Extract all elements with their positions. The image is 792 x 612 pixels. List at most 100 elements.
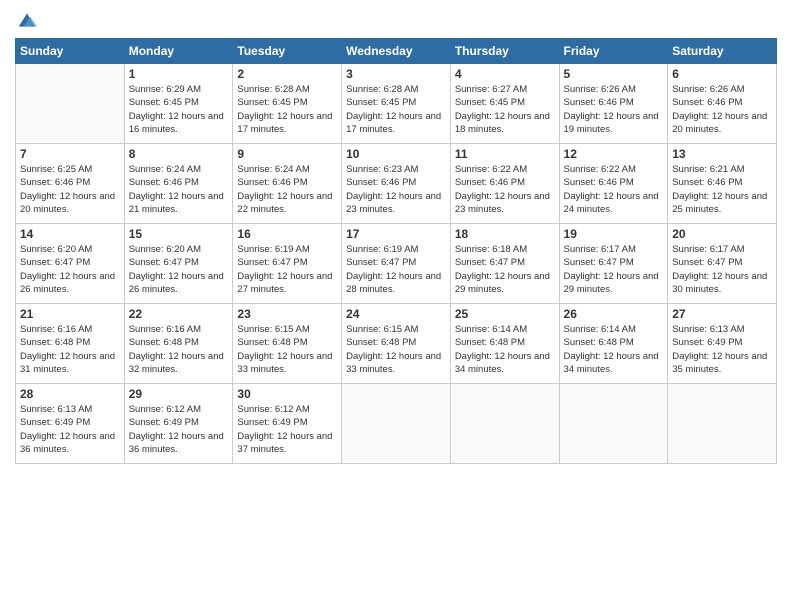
- daylight-text: Daylight: 12 hours and 33 minutes.: [346, 350, 446, 377]
- sunrise-text: Sunrise: 6:18 AM: [455, 243, 555, 256]
- daylight-text: Daylight: 12 hours and 23 minutes.: [346, 190, 446, 217]
- calendar-cell: 11Sunrise: 6:22 AMSunset: 6:46 PMDayligh…: [450, 144, 559, 224]
- sunrise-text: Sunrise: 6:24 AM: [237, 163, 337, 176]
- day-info: Sunrise: 6:17 AMSunset: 6:47 PMDaylight:…: [672, 243, 772, 296]
- calendar-table: SundayMondayTuesdayWednesdayThursdayFrid…: [15, 38, 777, 464]
- calendar-cell: 20Sunrise: 6:17 AMSunset: 6:47 PMDayligh…: [668, 224, 777, 304]
- sunrise-text: Sunrise: 6:20 AM: [129, 243, 229, 256]
- daylight-text: Daylight: 12 hours and 20 minutes.: [672, 110, 772, 137]
- day-number: 7: [20, 147, 120, 161]
- sunset-text: Sunset: 6:48 PM: [455, 336, 555, 349]
- day-info: Sunrise: 6:28 AMSunset: 6:45 PMDaylight:…: [346, 83, 446, 136]
- sunrise-text: Sunrise: 6:19 AM: [346, 243, 446, 256]
- weekday-header: Monday: [124, 39, 233, 64]
- day-info: Sunrise: 6:20 AMSunset: 6:47 PMDaylight:…: [20, 243, 120, 296]
- day-info: Sunrise: 6:17 AMSunset: 6:47 PMDaylight:…: [564, 243, 664, 296]
- daylight-text: Daylight: 12 hours and 18 minutes.: [455, 110, 555, 137]
- day-number: 21: [20, 307, 120, 321]
- day-number: 19: [564, 227, 664, 241]
- day-info: Sunrise: 6:26 AMSunset: 6:46 PMDaylight:…: [564, 83, 664, 136]
- calendar-cell: 9Sunrise: 6:24 AMSunset: 6:46 PMDaylight…: [233, 144, 342, 224]
- weekday-header: Wednesday: [342, 39, 451, 64]
- day-number: 6: [672, 67, 772, 81]
- daylight-text: Daylight: 12 hours and 28 minutes.: [346, 270, 446, 297]
- calendar-cell: 5 Sunrise: 6:26 AMSunset: 6:46 PMDaylight…: [559, 64, 668, 144]
- day-info: Sunrise: 6:13 AMSunset: 6:49 PMDaylight:…: [672, 323, 772, 376]
- sunset-text: Sunset: 6:49 PM: [672, 336, 772, 349]
- sunset-text: Sunset: 6:48 PM: [20, 336, 120, 349]
- sunrise-text: Sunrise: 6:19 AM: [237, 243, 337, 256]
- sunrise-text: Sunrise: 6:26 AM: [564, 83, 664, 96]
- sunrise-text: Sunrise: 6:14 AM: [564, 323, 664, 336]
- calendar-week-row: 28Sunrise: 6:13 AMSunset: 6:49 PMDayligh…: [16, 384, 777, 464]
- day-number: 13: [672, 147, 772, 161]
- daylight-text: Daylight: 12 hours and 32 minutes.: [129, 350, 229, 377]
- sunrise-text: Sunrise: 6:13 AM: [20, 403, 120, 416]
- day-info: Sunrise: 6:22 AMSunset: 6:46 PMDaylight:…: [455, 163, 555, 216]
- calendar-cell: 22Sunrise: 6:16 AMSunset: 6:48 PMDayligh…: [124, 304, 233, 384]
- daylight-text: Daylight: 12 hours and 26 minutes.: [20, 270, 120, 297]
- day-info: Sunrise: 6:15 AMSunset: 6:48 PMDaylight:…: [346, 323, 446, 376]
- day-number: 28: [20, 387, 120, 401]
- day-number: 27: [672, 307, 772, 321]
- day-info: Sunrise: 6:23 AMSunset: 6:46 PMDaylight:…: [346, 163, 446, 216]
- logo: [15, 10, 37, 30]
- day-info: Sunrise: 6:20 AMSunset: 6:47 PMDaylight:…: [129, 243, 229, 296]
- day-info: Sunrise: 6:24 AMSunset: 6:46 PMDaylight:…: [129, 163, 229, 216]
- calendar-cell: 19 Sunrise: 6:17 AMSunset: 6:47 PMDayligh…: [559, 224, 668, 304]
- calendar-cell: 25Sunrise: 6:14 AMSunset: 6:48 PMDayligh…: [450, 304, 559, 384]
- sunset-text: Sunset: 6:48 PM: [237, 336, 337, 349]
- sunrise-text: Sunrise: 6:22 AM: [455, 163, 555, 176]
- day-number: 4: [455, 67, 555, 81]
- day-number: 10: [346, 147, 446, 161]
- sunset-text: Sunset: 6:49 PM: [237, 416, 337, 429]
- sunrise-text: Sunrise: 6:24 AM: [129, 163, 229, 176]
- sunrise-text: Sunrise: 6:20 AM: [20, 243, 120, 256]
- sunset-text: Sunset: 6:48 PM: [564, 336, 664, 349]
- day-info: Sunrise: 6:15 AMSunset: 6:48 PMDaylight:…: [237, 323, 337, 376]
- day-info: Sunrise: 6:19 AMSunset: 6:47 PMDaylight:…: [346, 243, 446, 296]
- daylight-text: Daylight: 12 hours and 26 minutes.: [129, 270, 229, 297]
- day-info: Sunrise: 6:29 AMSunset: 6:45 PMDaylight:…: [129, 83, 229, 136]
- daylight-text: Daylight: 12 hours and 21 minutes.: [129, 190, 229, 217]
- sunrise-text: Sunrise: 6:27 AM: [455, 83, 555, 96]
- day-number: 2: [237, 67, 337, 81]
- calendar-week-row: 14Sunrise: 6:20 AMSunset: 6:47 PMDayligh…: [16, 224, 777, 304]
- sunrise-text: Sunrise: 6:17 AM: [564, 243, 664, 256]
- weekday-header: Friday: [559, 39, 668, 64]
- weekday-header: Thursday: [450, 39, 559, 64]
- daylight-text: Daylight: 12 hours and 29 minutes.: [455, 270, 555, 297]
- calendar-cell: 21Sunrise: 6:16 AMSunset: 6:48 PMDayligh…: [16, 304, 125, 384]
- sunset-text: Sunset: 6:49 PM: [129, 416, 229, 429]
- sunset-text: Sunset: 6:46 PM: [564, 96, 664, 109]
- sunset-text: Sunset: 6:47 PM: [237, 256, 337, 269]
- day-number: 3: [346, 67, 446, 81]
- day-info: Sunrise: 6:14 AMSunset: 6:48 PMDaylight:…: [564, 323, 664, 376]
- daylight-text: Daylight: 12 hours and 30 minutes.: [672, 270, 772, 297]
- sunrise-text: Sunrise: 6:16 AM: [129, 323, 229, 336]
- sunset-text: Sunset: 6:45 PM: [129, 96, 229, 109]
- sunset-text: Sunset: 6:46 PM: [672, 96, 772, 109]
- sunset-text: Sunset: 6:46 PM: [237, 176, 337, 189]
- daylight-text: Daylight: 12 hours and 37 minutes.: [237, 430, 337, 457]
- calendar-cell: 24Sunrise: 6:15 AMSunset: 6:48 PMDayligh…: [342, 304, 451, 384]
- day-number: 9: [237, 147, 337, 161]
- day-number: 5: [564, 67, 664, 81]
- day-number: 14: [20, 227, 120, 241]
- sunset-text: Sunset: 6:46 PM: [455, 176, 555, 189]
- daylight-text: Daylight: 12 hours and 31 minutes.: [20, 350, 120, 377]
- calendar-cell: 8Sunrise: 6:24 AMSunset: 6:46 PMDaylight…: [124, 144, 233, 224]
- calendar-cell: 23Sunrise: 6:15 AMSunset: 6:48 PMDayligh…: [233, 304, 342, 384]
- sunset-text: Sunset: 6:49 PM: [20, 416, 120, 429]
- calendar-cell: [16, 64, 125, 144]
- sunset-text: Sunset: 6:48 PM: [346, 336, 446, 349]
- day-number: 29: [129, 387, 229, 401]
- daylight-text: Daylight: 12 hours and 20 minutes.: [20, 190, 120, 217]
- calendar-cell: [668, 384, 777, 464]
- calendar-cell: 14 Sunrise: 6:20 AMSunset: 6:47 PMDayligh…: [16, 224, 125, 304]
- day-info: Sunrise: 6:21 AMSunset: 6:46 PMDaylight:…: [672, 163, 772, 216]
- calendar-cell: 26Sunrise: 6:14 AMSunset: 6:48 PMDayligh…: [559, 304, 668, 384]
- day-number: 18: [455, 227, 555, 241]
- sunrise-text: Sunrise: 6:26 AM: [672, 83, 772, 96]
- day-info: Sunrise: 6:18 AMSunset: 6:47 PMDaylight:…: [455, 243, 555, 296]
